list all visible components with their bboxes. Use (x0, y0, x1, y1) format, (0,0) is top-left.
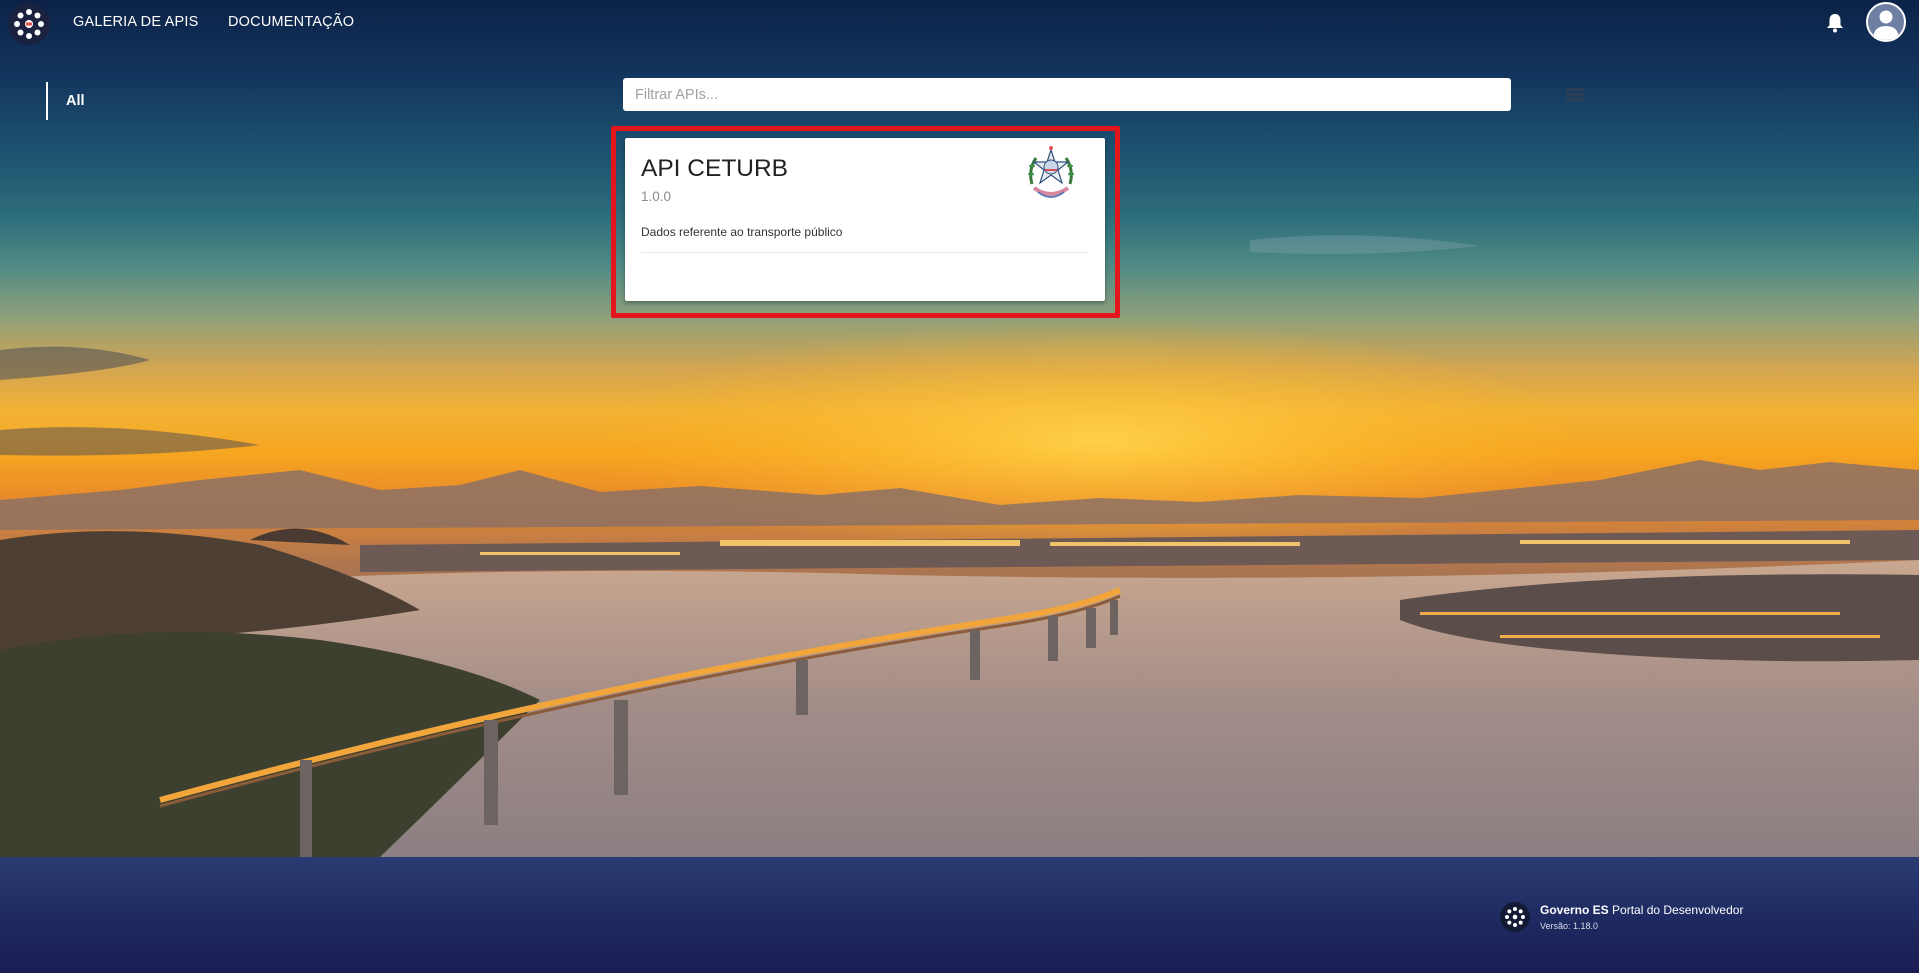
footer-org: Governo ES (1540, 903, 1609, 917)
api-card-description: Dados referente ao transporte público (641, 225, 843, 239)
nav-link-documentation[interactable]: DOCUMENTAÇÃO (228, 14, 354, 30)
api-card[interactable]: API CETURB 1.0.0 Dados referente ao tran… (625, 138, 1105, 301)
sidebar-item-all[interactable]: All (46, 82, 85, 120)
top-nav: GALERIA DE APIS DOCUMENTAÇÃO (0, 0, 1919, 46)
footer-version: Versão: 1.18.0 (1540, 921, 1599, 931)
bell-icon[interactable] (1824, 12, 1846, 34)
user-avatar-icon[interactable] (1866, 2, 1906, 42)
footer-portal: Portal do Desenvolvedor (1612, 903, 1744, 917)
api-card-version: 1.0.0 (641, 189, 672, 204)
api-card-divider (641, 252, 1089, 253)
nav-link-api-gallery[interactable]: GALERIA DE APIS (73, 14, 199, 30)
search-input[interactable] (623, 78, 1511, 111)
portal-logo-icon[interactable] (8, 3, 50, 45)
footer-logo-icon (1500, 902, 1530, 932)
api-card-title: API CETURB (641, 155, 789, 182)
list-view-icon[interactable] (1566, 88, 1584, 102)
footer-title: Governo ES Portal do Desenvolvedor (1540, 903, 1743, 917)
footer: Governo ES Portal do Desenvolvedor Versã… (0, 857, 1919, 973)
state-coat-of-arms-icon (1024, 144, 1078, 202)
